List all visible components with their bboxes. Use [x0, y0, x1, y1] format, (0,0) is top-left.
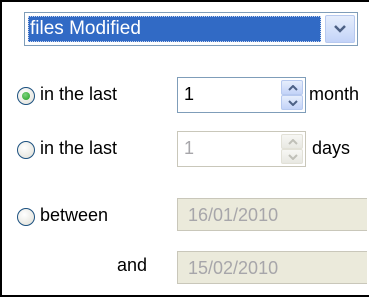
- months-increment-button[interactable]: [281, 80, 303, 95]
- chevron-down-icon: [288, 100, 298, 106]
- months-decrement-button[interactable]: [281, 95, 303, 110]
- chevron-down-icon: [334, 25, 346, 33]
- radio-last-days[interactable]: [17, 141, 35, 159]
- days-value: 1: [184, 138, 195, 158]
- days-stepper[interactable]: 1: [177, 131, 306, 167]
- radio-between[interactable]: [17, 208, 35, 226]
- date-from-value: 16/01/2010: [188, 205, 279, 225]
- criteria-dropdown[interactable]: files Modified: [24, 12, 358, 46]
- months-stepper[interactable]: 1: [177, 77, 306, 113]
- dropdown-button[interactable]: [325, 15, 355, 43]
- chevron-down-icon: [288, 154, 298, 160]
- label-in-the-last-months: in the last: [40, 84, 118, 104]
- chevron-up-icon: [288, 139, 298, 145]
- unit-month: month: [309, 84, 360, 104]
- date-to-field[interactable]: 15/02/2010: [177, 251, 367, 284]
- chevron-up-icon: [288, 85, 298, 91]
- panel-border-left: [0, 0, 2, 297]
- date-from-field[interactable]: 16/01/2010: [177, 198, 367, 231]
- label-between: between: [40, 205, 109, 225]
- date-to-value: 15/02/2010: [188, 258, 279, 278]
- criteria-dropdown-value: files Modified: [28, 16, 321, 42]
- radio-last-months[interactable]: [17, 87, 35, 105]
- days-decrement-button[interactable]: [281, 149, 303, 164]
- label-in-the-last-days: in the last: [40, 138, 118, 158]
- unit-days: days: [312, 138, 351, 158]
- days-increment-button[interactable]: [281, 134, 303, 149]
- panel-border-top: [0, 0, 369, 2]
- label-and: and: [117, 255, 148, 275]
- radio-selected-dot: [22, 92, 30, 100]
- months-value: 1: [184, 84, 195, 104]
